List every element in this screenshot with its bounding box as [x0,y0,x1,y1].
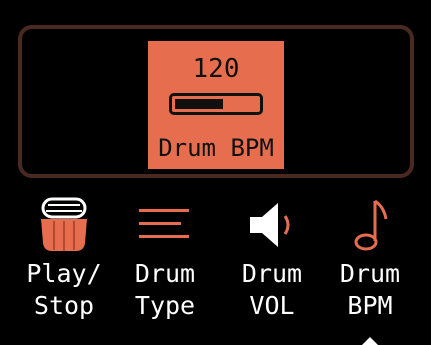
menu-item-drum-vol[interactable]: Drum VOL [222,195,322,345]
parameter-value: 120 [192,54,240,84]
menu-item-play-stop[interactable]: Play/ Stop [14,195,114,345]
selected-indicator-icon [362,337,378,345]
menu-item-label-line1: Drum [241,259,303,288]
menu-item-label-line1: Drum [339,259,401,288]
parameter-popup: 120 Drum BPM [148,41,284,169]
menu-item-label-line2: BPM [347,291,393,320]
parameter-label: Drum BPM [158,134,274,162]
parameter-level-bar [169,93,263,115]
menu-row: Play/ Stop Drum Type Drum VOL Drum BPM [0,195,431,345]
parameter-level-fill [175,99,223,109]
drum-icon [41,197,87,251]
lines-icon [139,209,189,238]
menu-item-label-line1: Drum [134,259,196,288]
menu-item-drum-type[interactable]: Drum Type [115,195,215,345]
menu-item-label-line1: Play/ [26,259,102,288]
menu-item-label-line2: Stop [33,291,95,320]
menu-item-label-line2: VOL [249,291,295,320]
menu-item-drum-bpm[interactable]: Drum BPM [320,195,420,345]
menu-item-label-line2: Type [134,291,196,320]
speaker-icon [250,203,290,247]
music-note-icon [354,199,388,251]
